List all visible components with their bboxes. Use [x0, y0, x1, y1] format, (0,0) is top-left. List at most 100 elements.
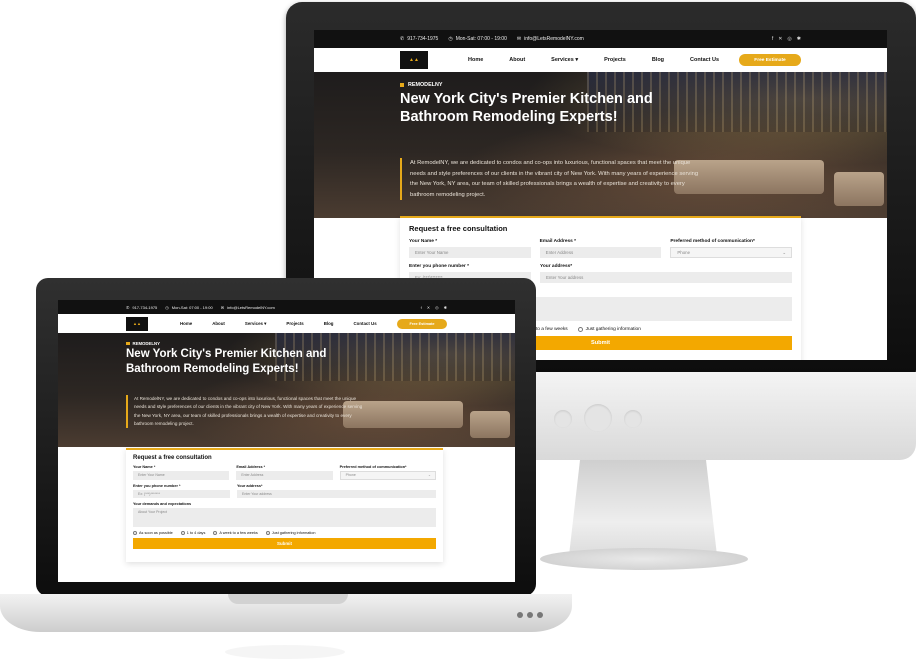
hero-tag-text: REMODELNY — [132, 341, 160, 346]
phone-label: Enter you phone number * — [133, 483, 181, 488]
radio-asap[interactable]: As soon as possible — [133, 531, 173, 535]
topbar-phone[interactable]: ✆ 917-734-1975 — [126, 305, 157, 310]
monitor-button-right — [624, 410, 642, 428]
demands-textarea[interactable]: About Your Project — [133, 508, 436, 527]
mail-icon: ✉ — [516, 36, 522, 42]
nav-blog[interactable]: Blog — [324, 321, 334, 326]
method-field-group: Preferred method of communication* Phone… — [670, 239, 793, 258]
yelp-icon[interactable]: ✱ — [797, 36, 801, 42]
phone-label: Enter you phone number * — [409, 264, 469, 269]
device-mockup-stage: ✆ 917-734-1975 ◷ Mon-Sat: 07:00 - 19:00 ✉ i… — [0, 0, 916, 659]
hero-title: New York City's Premier Kitchen and Bath… — [400, 91, 653, 125]
nav-projects[interactable]: Projects — [604, 57, 626, 63]
topbar-hours-text: Mon-Sat: 07:00 - 19:00 — [171, 304, 213, 310]
tag-square-icon — [400, 83, 404, 87]
method-value: Phone — [677, 250, 691, 255]
clock-icon: ◷ — [448, 36, 453, 42]
nav-blog[interactable]: Blog — [652, 57, 664, 63]
site-logo[interactable]: ▲▲ — [400, 51, 428, 69]
mail-icon: ✉ — [220, 304, 225, 310]
method-value: Phone — [345, 473, 356, 478]
chevron-down-icon: ⌄ — [428, 473, 431, 478]
nav-home[interactable]: Home — [180, 321, 192, 326]
instagram-icon[interactable]: ◎ — [787, 36, 791, 42]
hero-armchair-image — [470, 411, 510, 438]
monitor-stand-base — [540, 548, 748, 570]
method-label: Preferred method of communication* — [670, 239, 755, 244]
nav-services[interactable]: Services ▾ — [245, 321, 267, 327]
tag-square-icon — [126, 341, 130, 346]
site-topbar: ✆ 917-734-1975 ◷ Mon-Sat: 07:00 - 19:00 ✉ i… — [58, 300, 515, 314]
name-label: Your Name * — [409, 239, 438, 244]
name-input[interactable]: Enter Your Name — [409, 247, 531, 258]
topbar-social: f ✕ ◎ ✱ — [421, 305, 447, 310]
free-estimate-button[interactable]: Free Estimate — [739, 54, 801, 66]
address-input[interactable]: Enter Your address — [237, 489, 436, 498]
chevron-down-icon: ⌄ — [782, 249, 787, 255]
consultation-form: Request a free consultation Your Name * … — [126, 448, 443, 562]
hero-title: New York City's Premier Kitchen and Bath… — [126, 348, 327, 375]
address-field-group: Your address* Enter Your address — [540, 264, 792, 283]
nav-projects[interactable]: Projects — [286, 321, 303, 326]
nav-about[interactable]: About — [212, 321, 225, 326]
nav-about[interactable]: About — [509, 57, 525, 63]
method-select[interactable]: Phone ⌄ — [339, 471, 436, 480]
site-topbar: ✆ 917-734-1975 ◷ Mon-Sat: 07:00 - 19:00 ✉ i… — [314, 30, 887, 48]
radio-gathering[interactable]: Just gathering information — [265, 531, 316, 535]
x-icon[interactable]: ✕ — [778, 36, 782, 42]
hero-section: REMODELNY New York City's Premier Kitche… — [314, 72, 887, 218]
method-select[interactable]: Phone ⌄ — [670, 247, 793, 258]
form-row-2: Enter you phone number * Ex: (***)******… — [133, 483, 436, 498]
free-estimate-button[interactable]: Free Estimate — [397, 318, 447, 329]
radio-gathering[interactable]: Just gathering information — [577, 327, 641, 332]
topbar-phone[interactable]: ✆ 917-734-1975 — [400, 36, 438, 42]
radio-circle-icon — [213, 531, 218, 535]
topbar-email[interactable]: ✉ info@LetsRemodelNY.com — [517, 36, 584, 42]
method-field-group: Preferred method of communication* Phone… — [339, 465, 436, 480]
topbar-email-text: info@LetsRemodelNY.com — [227, 304, 275, 310]
topbar-phone-text: 917-734-1975 — [132, 304, 158, 310]
hero-section: REMODELNY New York City's Premier Kitche… — [58, 333, 515, 447]
form-row-1: Your Name * Enter Your Name Email Addres… — [409, 239, 793, 258]
email-label: Email Address * — [539, 239, 577, 244]
topbar-email[interactable]: ✉ info@LetsRemodelNY.com — [221, 305, 275, 310]
address-input[interactable]: Enter Your address — [540, 272, 792, 283]
address-label: Your address* — [540, 264, 573, 269]
monitor-button-center — [584, 404, 612, 432]
form-row-3: Your demands and expectations About Your… — [133, 502, 436, 527]
nav-home[interactable]: Home — [468, 57, 483, 63]
nav-contact[interactable]: Contact Us — [353, 321, 376, 326]
laptop-shadow — [225, 645, 345, 659]
hero-description: At RemodelNY, we are dedicated to condos… — [400, 158, 700, 200]
topbar-email-text: info@LetsRemodelNY.com — [524, 36, 584, 42]
nav-links: Home About Services ▾ Projects Blog Cont… — [180, 321, 377, 327]
radio-gathering-label: Just gathering information — [585, 327, 641, 332]
facebook-icon[interactable]: f — [772, 36, 773, 42]
topbar-social: f ✕ ◎ ✱ — [772, 36, 801, 42]
radio-1-4-days-label: 1 to 4 days — [186, 531, 206, 535]
email-input[interactable]: Enter Address — [539, 247, 662, 258]
email-input[interactable]: Enter Address — [236, 471, 333, 480]
email-label: Email Address * — [236, 465, 266, 469]
radio-gathering-label: Just gathering information — [271, 531, 316, 535]
email-field-group: Email Address * Enter Address — [236, 465, 333, 480]
demands-label: Your demands and expectations — [133, 502, 192, 506]
nav-services[interactable]: Services ▾ — [551, 57, 578, 63]
site-navbar: ▲▲ Home About Services ▾ Projects Blog C… — [314, 48, 887, 72]
clock-icon: ◷ — [165, 304, 169, 310]
name-input[interactable]: Enter Your Name — [133, 471, 230, 480]
phone-input[interactable]: Ex: (***)******* — [133, 489, 230, 498]
radio-circle-icon — [133, 531, 137, 535]
radio-week[interactable]: A week to a few weeks — [213, 531, 258, 535]
name-label: Your Name * — [133, 465, 156, 469]
submit-button[interactable]: Submit — [133, 538, 436, 549]
facebook-icon[interactable]: f — [421, 305, 422, 310]
radio-1-4-days[interactable]: 1 to 4 days — [180, 531, 206, 535]
nav-contact[interactable]: Contact Us — [690, 57, 719, 63]
address-field-group: Your address* Enter Your address — [237, 484, 436, 498]
site-logo[interactable]: ▲▲ — [126, 316, 148, 331]
email-field-group: Email Address * Enter Address — [539, 239, 662, 258]
instagram-icon[interactable]: ◎ — [435, 305, 439, 310]
x-icon[interactable]: ✕ — [427, 305, 430, 310]
yelp-icon[interactable]: ✱ — [444, 305, 447, 310]
